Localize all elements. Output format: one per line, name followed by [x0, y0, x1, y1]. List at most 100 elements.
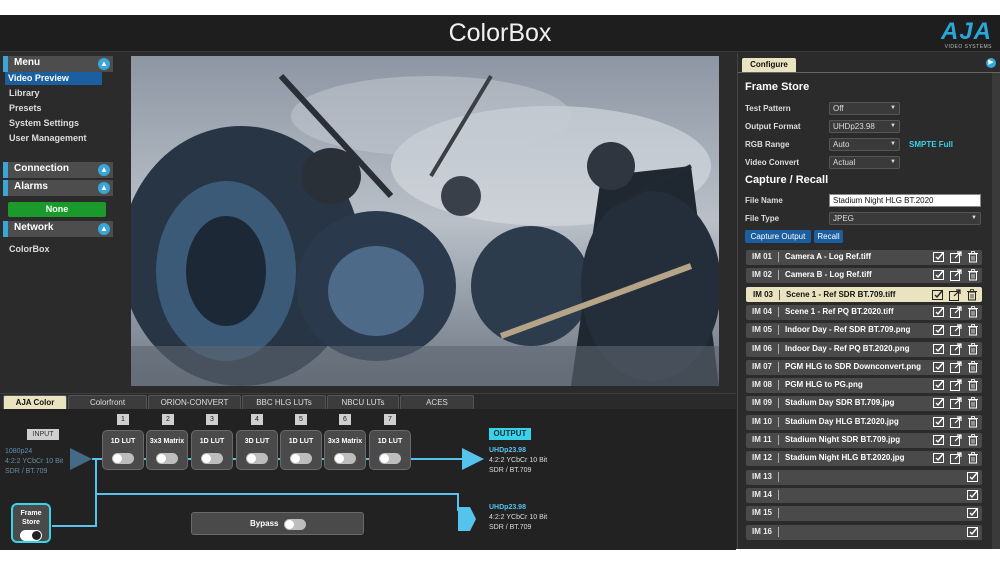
image-slot-row[interactable]: IM 01 Camera A - Log Ref.tiff	[746, 250, 982, 265]
test-pattern-select[interactable]: Off ▼	[829, 102, 900, 115]
trash-icon[interactable]	[967, 324, 979, 336]
scrollbar[interactable]	[992, 73, 1000, 549]
export-icon[interactable]	[949, 288, 961, 301]
stage-toggle[interactable]	[156, 453, 178, 464]
trash-icon[interactable]	[967, 269, 979, 281]
image-slot-row[interactable]: IM 06 Indoor Day - Ref PQ BT.2020.png	[746, 341, 982, 357]
tab-aces[interactable]: ACES	[400, 395, 474, 409]
export-icon[interactable]	[950, 452, 962, 465]
tab-bbc-hlg-luts[interactable]: BBC HLG LUTs	[242, 395, 326, 409]
rgb-range-select[interactable]: Auto ▼	[829, 138, 900, 151]
tab-colorfront[interactable]: Colorfront	[68, 395, 147, 409]
file-name-input[interactable]: Stadium Night HLG BT.2020	[829, 194, 981, 207]
image-slot-row[interactable]: IM 15	[746, 506, 982, 522]
trash-icon[interactable]	[966, 288, 978, 301]
stage-3d-lut[interactable]: 3D LUT	[236, 430, 278, 470]
trash-icon[interactable]	[967, 379, 979, 391]
export-icon[interactable]	[950, 361, 962, 373]
frame-store-block[interactable]: Frame Store	[11, 503, 51, 543]
store-checkbox-icon[interactable]	[967, 471, 979, 483]
image-slot-row[interactable]: IM 14	[746, 487, 982, 503]
sidebar-item-system-settings[interactable]: System Settings	[9, 118, 79, 128]
output-format-select[interactable]: UHDp23.98 ▼	[829, 120, 900, 133]
image-slot-row[interactable]: IM 13	[746, 469, 982, 485]
stage-1d-lut-2[interactable]: 1D LUT	[191, 430, 233, 470]
store-checkbox-icon[interactable]	[933, 269, 945, 281]
trash-icon[interactable]	[967, 305, 979, 318]
stage-3x3-matrix-2[interactable]: 3x3 Matrix	[324, 430, 366, 470]
menu-section-header[interactable]: Menu ▲	[3, 56, 113, 72]
export-icon[interactable]	[950, 306, 962, 318]
image-slot-row[interactable]: IM 04 Scene 1 - Ref PQ BT.2020.tiff	[746, 304, 982, 320]
stage-toggle[interactable]	[246, 453, 268, 464]
image-slot-row[interactable]: IM 03 Scene 1 - Ref SDR BT.709.tiff	[746, 286, 982, 302]
store-checkbox-icon[interactable]	[967, 526, 979, 538]
export-icon[interactable]	[950, 416, 962, 428]
collapse-icon[interactable]: ▲	[98, 164, 110, 176]
expand-arrow-icon[interactable]: ▶	[986, 58, 996, 68]
alarms-section-header[interactable]: Alarms ▲	[3, 180, 113, 196]
image-slot-row[interactable]: IM 05 Indoor Day - Ref SDR BT.709.png	[746, 323, 982, 339]
image-slot-row[interactable]: IM 02 Camera B - Log Ref.tiff	[746, 268, 982, 284]
trash-icon[interactable]	[967, 415, 979, 428]
tab-aja-color[interactable]: AJA Color	[3, 395, 67, 409]
tab-orion-convert[interactable]: ORION-CONVERT	[148, 395, 241, 409]
sidebar-item-user-management[interactable]: User Management	[9, 133, 87, 143]
image-slot-row[interactable]: IM 09 Stadium Day SDR BT.709.jpg	[746, 396, 982, 412]
trash-icon[interactable]	[967, 360, 979, 373]
collapse-icon[interactable]: ▲	[98, 182, 110, 194]
sidebar-item-presets[interactable]: Presets	[9, 103, 42, 113]
network-device-name[interactable]: ColorBox	[9, 244, 50, 254]
trash-icon[interactable]	[967, 397, 979, 409]
bypass-block[interactable]: Bypass	[191, 512, 364, 535]
stage-1d-lut-1[interactable]: 1D LUT	[102, 430, 144, 470]
store-checkbox-icon[interactable]	[967, 489, 979, 501]
stage-3x3-matrix-1[interactable]: 3x3 Matrix	[146, 430, 188, 470]
recall-button[interactable]: Recall	[814, 230, 843, 243]
export-icon[interactable]	[950, 379, 962, 392]
image-slot-row[interactable]: IM 12 Stadium Night HLG BT.2020.jpg	[746, 451, 982, 467]
store-checkbox-icon[interactable]	[933, 379, 945, 391]
frame-store-toggle[interactable]	[20, 530, 42, 541]
sidebar-item-library[interactable]: Library	[9, 88, 40, 98]
export-icon[interactable]	[950, 269, 962, 282]
stage-toggle[interactable]	[112, 453, 134, 464]
export-icon[interactable]	[950, 324, 962, 337]
store-checkbox-icon[interactable]	[932, 289, 944, 301]
connection-section-header[interactable]: Connection ▲	[3, 162, 113, 178]
collapse-icon[interactable]: ▲	[98, 58, 110, 70]
store-checkbox-icon[interactable]	[933, 397, 945, 409]
export-icon[interactable]	[950, 342, 962, 355]
store-checkbox-icon[interactable]	[967, 507, 979, 519]
image-slot-row[interactable]: IM 10 Stadium Day HLG BT.2020.jpg	[746, 414, 982, 430]
export-icon[interactable]	[950, 434, 962, 446]
tab-nbcu-luts[interactable]: NBCU LUTs	[327, 395, 399, 409]
store-checkbox-icon[interactable]	[933, 416, 945, 428]
tab-configure[interactable]: Configure	[742, 58, 796, 72]
store-checkbox-icon[interactable]	[933, 434, 945, 446]
collapse-icon[interactable]: ▲	[98, 223, 110, 235]
trash-icon[interactable]	[967, 251, 979, 263]
image-slot-row[interactable]: IM 07 PGM HLG to SDR Downconvert.png	[746, 359, 982, 375]
image-slot-row[interactable]: IM 16	[746, 524, 982, 540]
stage-toggle[interactable]	[201, 453, 223, 464]
stage-toggle[interactable]	[290, 453, 312, 464]
store-checkbox-icon[interactable]	[933, 452, 945, 464]
stage-1d-lut-4[interactable]: 1D LUT	[369, 430, 411, 470]
store-checkbox-icon[interactable]	[933, 324, 945, 336]
stage-1d-lut-3[interactable]: 1D LUT	[280, 430, 322, 470]
trash-icon[interactable]	[967, 342, 979, 355]
trash-icon[interactable]	[967, 452, 979, 464]
stage-toggle[interactable]	[379, 453, 401, 464]
video-convert-select[interactable]: Actual ▼	[829, 156, 900, 169]
capture-output-button[interactable]: Capture Output	[745, 230, 811, 243]
bypass-toggle[interactable]	[284, 519, 306, 530]
export-icon[interactable]	[950, 397, 962, 410]
network-section-header[interactable]: Network ▲	[3, 221, 113, 237]
trash-icon[interactable]	[967, 434, 979, 446]
store-checkbox-icon[interactable]	[933, 343, 945, 355]
image-slot-row[interactable]: IM 08 PGM HLG to PG.png	[746, 378, 982, 394]
store-checkbox-icon[interactable]	[933, 306, 945, 318]
export-icon[interactable]	[950, 251, 962, 263]
stage-toggle[interactable]	[334, 453, 356, 464]
